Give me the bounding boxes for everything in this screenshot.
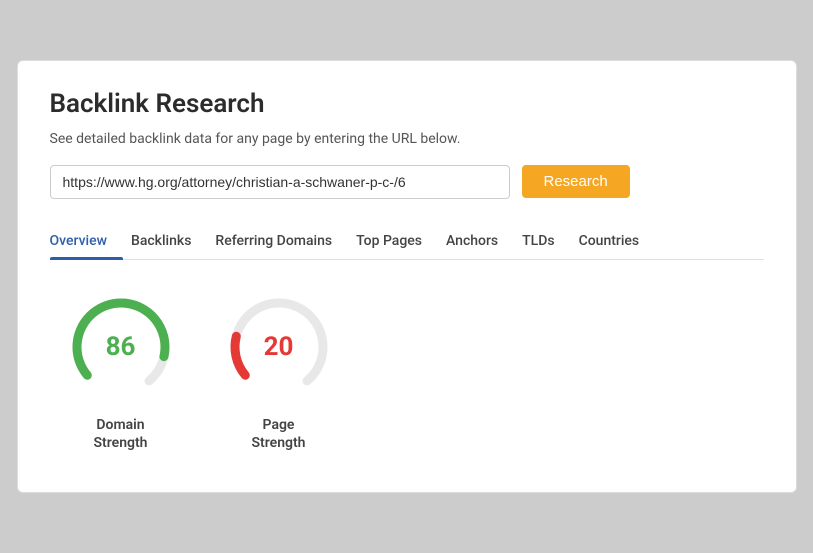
tab-overview[interactable]: Overview xyxy=(50,223,123,259)
tab-anchors[interactable]: Anchors xyxy=(446,223,514,259)
tab-countries[interactable]: Countries xyxy=(579,223,656,259)
tab-backlinks[interactable]: Backlinks xyxy=(131,223,207,259)
tab-tlds[interactable]: TLDs xyxy=(522,223,570,259)
page-title: Backlink Research xyxy=(50,89,764,119)
metric-page-strength: 20 PageStrength xyxy=(224,292,334,452)
research-button[interactable]: Research xyxy=(522,165,630,198)
tab-top-pages[interactable]: Top Pages xyxy=(356,223,438,259)
metric-domain-strength: 86 DomainStrength xyxy=(66,292,176,452)
search-row: Research xyxy=(50,165,764,199)
tab-referring-domains[interactable]: Referring Domains xyxy=(215,223,348,259)
main-card: Backlink Research See detailed backlink … xyxy=(17,60,797,493)
search-input[interactable] xyxy=(50,165,510,199)
gauge-page-strength: 20 xyxy=(224,292,334,402)
metric-label-domain-strength: DomainStrength xyxy=(94,416,148,452)
subtitle: See detailed backlink data for any page … xyxy=(50,131,764,147)
metrics-row: 86 DomainStrength 20 PageStrength xyxy=(50,292,764,452)
gauge-value-page-strength: 20 xyxy=(264,332,294,362)
metric-label-page-strength: PageStrength xyxy=(252,416,306,452)
gauge-value-domain-strength: 86 xyxy=(106,332,136,362)
tabs-bar: OverviewBacklinksReferring DomainsTop Pa… xyxy=(50,223,764,260)
gauge-domain-strength: 86 xyxy=(66,292,176,402)
